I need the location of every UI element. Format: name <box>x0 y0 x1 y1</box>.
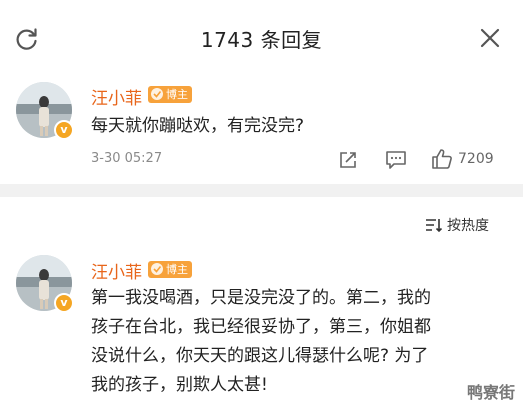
timestamp: 3-30 05:27 <box>91 151 163 166</box>
close-icon[interactable] <box>479 27 501 49</box>
sort-label: 按热度 <box>447 218 489 234</box>
comment-icon[interactable] <box>385 150 407 174</box>
comment-text-line: 孩子在台北，我已经很妥协了，第三，你姐都 <box>91 317 431 337</box>
badge-label: 博主 <box>166 88 188 101</box>
comment-card: v 汪小菲 博主 每天就你蹦哒欢，有完没完? 3-30 05:27 7209 <box>0 72 523 184</box>
comment-text-line: 没说什么，你天天的跟这儿得瑟什么呢? 为了 <box>91 346 429 366</box>
badge-icon <box>150 87 164 101</box>
blogger-badge: 博主 <box>148 261 192 278</box>
comment-card: 按热度 v 汪小菲 博主 第一我没喝酒，只是没完没了的。第二，我的 孩子在台北，… <box>0 197 523 409</box>
username[interactable]: 汪小菲 <box>91 84 142 109</box>
blogger-badge: 博主 <box>148 86 192 103</box>
like-count: 7209 <box>458 151 494 167</box>
username[interactable]: 汪小菲 <box>91 258 142 283</box>
share-icon[interactable] <box>338 150 358 174</box>
watermark: 鸭寮街 <box>466 383 515 402</box>
like-icon[interactable] <box>431 148 453 174</box>
sort-icon <box>425 217 443 233</box>
verified-badge: v <box>54 120 74 140</box>
badge-label: 博主 <box>166 263 188 276</box>
sort-button[interactable]: 按热度 <box>425 215 497 235</box>
comment-text: 每天就你蹦哒欢，有完没完? <box>91 116 305 136</box>
verified-badge: v <box>54 293 74 313</box>
comment-text-line: 第一我没喝酒，只是没完没了的。第二，我的 <box>91 288 431 308</box>
reply-header: 1743 条回复 <box>0 0 523 72</box>
badge-icon <box>150 262 164 276</box>
page-title: 1743 条回复 <box>200 28 323 52</box>
comment-text-line: 我的孩子，别欺人太甚! <box>91 375 268 395</box>
